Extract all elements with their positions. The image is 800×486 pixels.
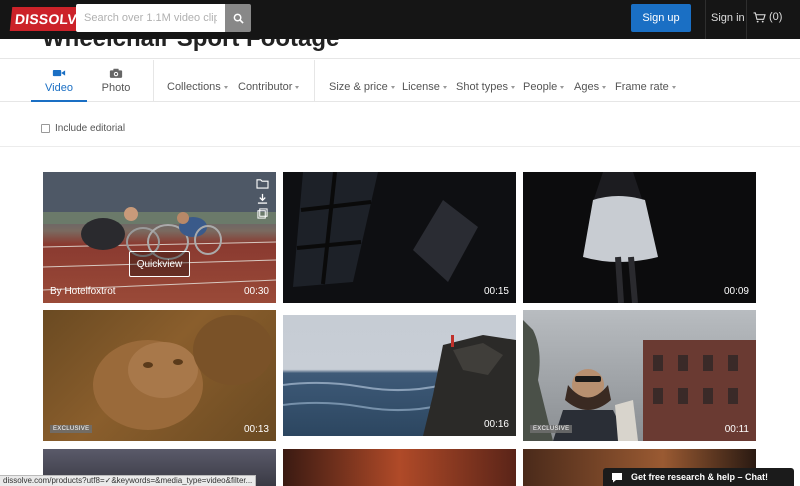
cart-count: (0): [769, 11, 783, 23]
divider: [0, 146, 800, 147]
chevron-down-icon: [223, 85, 228, 89]
chevron-down-icon: [560, 85, 565, 89]
signup-button[interactable]: Sign up: [631, 4, 691, 32]
clip-author[interactable]: By Hotelfoxtrot: [50, 286, 116, 297]
include-editorial-label: Include editorial: [55, 123, 126, 134]
filter-divider: [153, 60, 154, 102]
tab-video-label: Video: [45, 82, 73, 94]
filter-collections-label: Collections: [167, 81, 221, 93]
filter-people[interactable]: People: [523, 81, 565, 93]
chevron-down-icon: [671, 85, 676, 89]
clip-tile[interactable]: 00:15: [283, 172, 516, 303]
camera-icon: [109, 68, 123, 78]
clip-thumbnail: [293, 172, 478, 287]
exclusive-badge: EXCLUSIVE: [530, 425, 573, 433]
nav-divider: [746, 0, 747, 39]
chevron-down-icon: [390, 85, 395, 89]
filter-license[interactable]: License: [402, 81, 447, 93]
filter-size-price-label: Size & price: [329, 81, 388, 93]
filter-frame-rate-label: Frame rate: [615, 81, 669, 93]
clip-tile[interactable]: EXCLUSIVE 00:13: [43, 310, 276, 441]
top-navbar: DISSOLVE Sign up Sign in (0): [0, 0, 800, 39]
page-heading-strip: Wheelchair Sport Footage: [0, 39, 800, 59]
nav-divider: [705, 0, 706, 39]
clip-thumbnail: [283, 335, 516, 436]
tab-photo-label: Photo: [101, 82, 131, 94]
clip-tile[interactable]: 00:09: [523, 172, 756, 303]
include-editorial-checkbox[interactable]: Include editorial: [41, 123, 125, 134]
filter-frame-rate[interactable]: Frame rate: [615, 81, 676, 93]
download-icon[interactable]: [256, 193, 269, 204]
clip-thumbnail: [583, 172, 658, 303]
filter-collections[interactable]: Collections: [167, 81, 228, 93]
filter-people-label: People: [523, 81, 558, 93]
quickview-button[interactable]: Quickview: [129, 251, 190, 277]
clip-duration: 00:11: [724, 424, 749, 435]
clip-tile[interactable]: [283, 449, 516, 486]
clip-thumbnail: [43, 172, 276, 291]
chevron-down-icon: [295, 85, 300, 89]
filter-ages-label: Ages: [574, 81, 600, 93]
signin-link[interactable]: Sign in: [711, 12, 745, 24]
clip-duration: 00:30: [243, 286, 269, 297]
checkbox-box[interactable]: [41, 124, 50, 133]
filter-ages[interactable]: Ages: [574, 81, 607, 93]
chevron-down-icon: [442, 85, 447, 89]
browser-status-url: dissolve.com/products?utf8=✓&keywords=&m…: [0, 475, 257, 486]
chat-widget[interactable]: Get free research & help – Chat!: [603, 468, 794, 486]
filter-shot-types-label: Shot types: [456, 81, 508, 93]
tab-photo[interactable]: Photo: [91, 66, 141, 94]
chevron-down-icon: [510, 85, 515, 89]
clip-tile[interactable]: 00:16: [283, 315, 516, 436]
page-title: Wheelchair Sport Footage: [42, 39, 339, 53]
folder-icon[interactable]: [256, 178, 269, 189]
cart-icon: [753, 11, 766, 23]
cart-link[interactable]: (0): [753, 11, 782, 23]
clip-tile[interactable]: EXCLUSIVE 00:11: [523, 310, 756, 441]
chevron-down-icon: [602, 85, 607, 89]
copy-icon[interactable]: [256, 208, 269, 219]
search-input[interactable]: [76, 4, 225, 32]
clip-duration: 00:13: [243, 424, 269, 435]
filter-contributor[interactable]: Contributor: [238, 81, 300, 93]
active-tab-underline: [31, 100, 87, 102]
filter-shot-types[interactable]: Shot types: [456, 81, 515, 93]
clip-duration: 00:16: [483, 419, 509, 430]
filter-license-label: License: [402, 81, 440, 93]
filter-bar: Video Photo Collections Contributor Size…: [0, 60, 800, 102]
search-icon: [233, 13, 244, 24]
clip-tile[interactable]: Quickview By Hotelfoxtrot 00:30: [43, 172, 276, 303]
clip-duration: 00:09: [723, 286, 749, 297]
chat-label: Get free research & help – Chat!: [631, 472, 769, 482]
clip-thumbnail: [523, 320, 756, 441]
tab-video[interactable]: Video: [34, 66, 84, 94]
video-camera-icon: [52, 69, 66, 77]
filter-contributor-label: Contributor: [238, 81, 293, 93]
tile-actions: [256, 178, 269, 219]
chat-bubble-icon: [612, 472, 622, 482]
exclusive-badge: EXCLUSIVE: [50, 425, 93, 433]
clip-thumbnail: [93, 315, 273, 430]
filter-divider: [314, 60, 315, 102]
clip-duration: 00:15: [483, 286, 509, 297]
search-button[interactable]: [225, 4, 251, 32]
filter-size-price[interactable]: Size & price: [329, 81, 395, 93]
